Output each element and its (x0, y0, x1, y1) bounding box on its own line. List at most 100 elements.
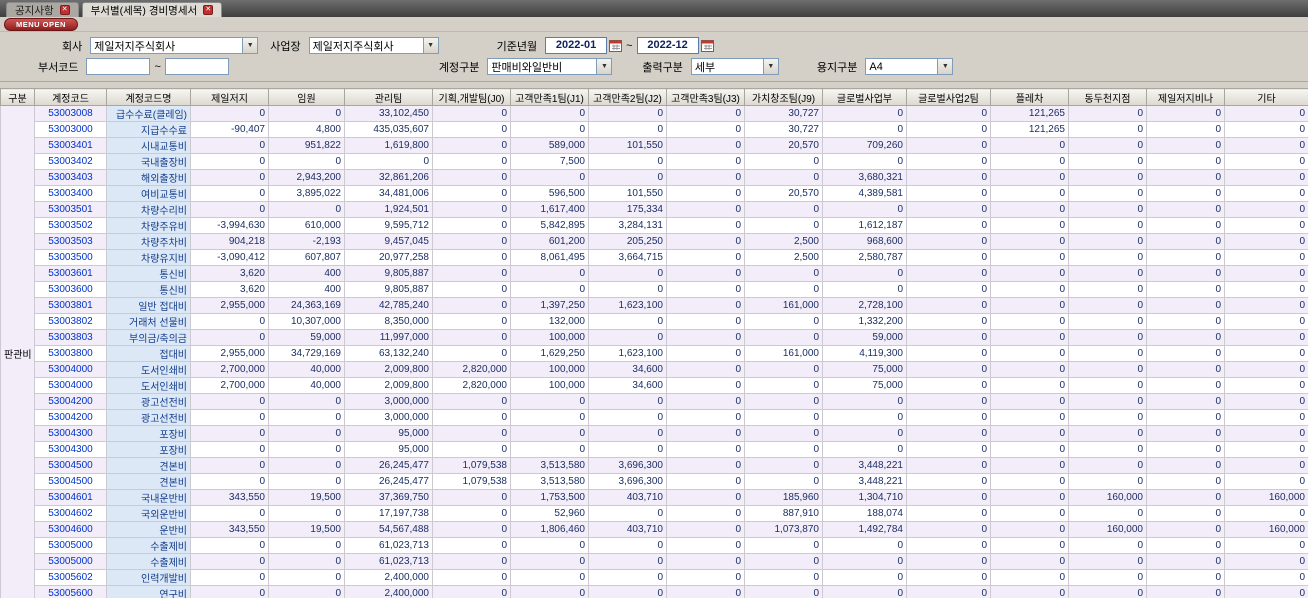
account-code: 53003503 (34, 233, 107, 250)
amount-cell: 2,009,800 (344, 361, 433, 378)
column-header[interactable]: 글로벌사업2팀 (906, 88, 991, 106)
account-type-select[interactable]: 판매비와일반비 ▼ (487, 58, 613, 75)
amount-cell: 0 (666, 313, 745, 330)
column-header[interactable]: 글로벌사업부 (822, 88, 907, 106)
table-row[interactable]: 53004600 운반비 343,550 19,500 54,567,488 0 1,806… (0, 521, 1308, 538)
account-name: 통신비 (106, 281, 191, 298)
tab-notice[interactable]: 공지사항 ✕ (6, 2, 79, 17)
dept-code-to-input[interactable] (164, 58, 229, 75)
amount-cell: 0 (1146, 521, 1225, 538)
column-header[interactable]: 기획,개발팀(J0) (432, 88, 511, 106)
period-to-input[interactable]: 2022-12 (636, 37, 699, 54)
paper-type-select[interactable]: A4 ▼ (865, 58, 954, 75)
table-row[interactable]: 53003403 해외출장비 0 2,943,200 32,861,206 0 0 0 0 0 3,… (0, 169, 1308, 186)
column-header[interactable]: 관리팀 (344, 88, 433, 106)
amount-cell: 0 (1068, 169, 1147, 186)
column-header[interactable]: 고객만족3팀(J3) (666, 88, 745, 106)
amount-cell: 1,619,800 (344, 137, 433, 154)
column-header[interactable]: 구분 (0, 88, 35, 106)
column-header[interactable]: 계정코드명 (106, 88, 191, 106)
column-header[interactable]: 동두천지점 (1068, 88, 1147, 106)
table-row[interactable]: 53004601 국내운반비 343,550 19,500 37,369,750 0 1,7… (0, 489, 1308, 506)
table-row[interactable]: 53004200 광고선전비 0 0 3,000,000 0 0 0 0 0 0 0 0 0 0 0 (0, 409, 1308, 426)
amount-cell: 0 (666, 345, 745, 362)
table-row[interactable]: 53005000 수출제비 0 0 61,023,713 0 0 0 0 0 0 0 0 0 0 0 (0, 553, 1308, 570)
table-row[interactable]: 53004300 포장비 0 0 95,000 0 0 0 0 0 0 0 0 0 0 0 (0, 425, 1308, 442)
table-row[interactable]: 53003800 접대비 2,955,000 34,729,169 63,132,240… (0, 345, 1308, 362)
account-name: 해외출장비 (106, 169, 191, 186)
column-header[interactable]: 제일저지비나 (1146, 88, 1225, 106)
amount-cell: 3,448,221 (822, 473, 907, 490)
company-select[interactable]: 제일저지주식회사 ▼ (90, 37, 259, 54)
amount-cell: 0 (906, 217, 991, 234)
table-row[interactable]: 53003502 차량주유비 -3,994,630 610,000 9,595,712 0… (0, 217, 1308, 234)
amount-cell: 0 (1146, 297, 1225, 314)
table-row[interactable]: 53003400 여비교통비 0 3,895,022 34,481,006 0 596,50… (0, 185, 1308, 202)
period-from-input[interactable]: 2022-01 (545, 37, 608, 54)
amount-cell: 101,550 (588, 137, 667, 154)
table-row[interactable]: 53003402 국내출장비 0 0 0 0 7,500 0 0 0 0 0 0 0 0 0 (0, 153, 1308, 170)
amount-cell: 0 (990, 265, 1069, 282)
amount-cell: 0 (510, 425, 589, 442)
account-name: 차량주유비 (106, 217, 191, 234)
column-header[interactable]: 계정코드 (34, 88, 107, 106)
table-row[interactable]: 53004500 견본비 0 0 26,245,477 1,079,538 3,513,58… (0, 473, 1308, 490)
column-header[interactable]: 가치창조팀(J9) (744, 88, 823, 106)
table-row[interactable]: 53004000 도서인쇄비 2,700,000 40,000 2,009,800 2,8… (0, 361, 1308, 378)
amount-cell: 0 (666, 217, 745, 234)
menu-bar: MENU OPEN (0, 17, 1308, 32)
amount-cell: 0 (906, 537, 991, 554)
tab-expense-report[interactable]: 부서별(세목) 경비명세서 ✕ (81, 2, 223, 17)
table-row[interactable]: 53003501 차량수리비 0 0 1,924,501 0 1,617,400 175,33… (0, 201, 1308, 218)
column-header[interactable]: 플레차 (990, 88, 1069, 106)
close-icon[interactable]: ✕ (203, 5, 214, 15)
amount-cell: 0 (666, 329, 745, 346)
amount-cell: 0 (1146, 489, 1225, 506)
table-row[interactable]: 53003500 차량유지비 -3,090,412 607,807 20,977,258… (0, 249, 1308, 266)
output-type-select[interactable]: 세부 ▼ (690, 58, 779, 75)
table-row[interactable]: 53003401 시내교통비 0 951,822 1,619,800 0 589,000 10… (0, 137, 1308, 154)
output-type-label: 출력구분 (642, 61, 683, 74)
table-row[interactable]: 53003503 차량주차비 904,218 -2,193 9,457,045 0 601,… (0, 233, 1308, 250)
table-row[interactable]: 53004000 도서인쇄비 2,700,000 40,000 2,009,800 2,8… (0, 377, 1308, 394)
amount-cell: 0 (990, 249, 1069, 266)
table-row[interactable]: 53004300 포장비 0 0 95,000 0 0 0 0 0 0 0 0 0 0 0 (0, 441, 1308, 458)
close-icon[interactable]: ✕ (59, 5, 70, 15)
dept-code-from-input[interactable] (86, 58, 151, 75)
table-row[interactable]: 53004200 광고선전비 0 0 3,000,000 0 0 0 0 0 0 0 0 0 0 0 (0, 393, 1308, 410)
table-row[interactable]: 53003600 통신비 3,620 400 9,805,887 0 0 0 0 0 0 0 0 0 0 0 (0, 281, 1308, 298)
table-row[interactable]: 53003803 부의금/축의금 0 59,000 11,997,000 0 100,000… (0, 329, 1308, 346)
table-row[interactable]: 판관비 53003008 급수수료(클레임) 0 0 33,102,450 0 0 0 0 30,7… (0, 105, 1308, 598)
account-name: 수출제비 (106, 537, 191, 554)
calendar-icon[interactable] (700, 39, 714, 52)
amount-cell: 3,664,715 (588, 249, 667, 266)
amount-cell: 0 (1224, 249, 1308, 266)
site-select[interactable]: 제일저지주식회사 ▼ (308, 37, 439, 54)
table-row[interactable]: 53005000 수출제비 0 0 61,023,713 0 0 0 0 0 0 0 0 0 0 0 (0, 537, 1308, 554)
amount-cell: 1,304,710 (822, 489, 907, 506)
table-row[interactable]: 53003802 거래처 선물비 0 10,307,000 8,350,000 0 132,… (0, 313, 1308, 330)
table-row[interactable]: 53004602 국외운반비 0 0 17,197,738 0 52,960 0 0 887,91… (0, 505, 1308, 522)
column-header[interactable]: 고객만족1팀(J1) (510, 88, 589, 106)
table-row[interactable]: 53005600 연구비 0 0 2,400,000 0 0 0 0 0 0 0 0 0 0 0 (0, 585, 1308, 598)
menu-open-button[interactable]: MENU OPEN (4, 18, 78, 31)
account-code: 53003800 (34, 345, 107, 362)
amount-cell: 0 (744, 553, 823, 570)
calendar-icon[interactable] (609, 39, 623, 52)
column-header[interactable]: 고객만족2팀(J2) (588, 88, 667, 106)
column-header[interactable]: 기타 (1224, 88, 1308, 106)
table-row[interactable]: 53003000 지급수수료 -90,407 4,800 435,035,607 0 0 0 0… (0, 121, 1308, 138)
amount-cell: 0 (1146, 393, 1225, 410)
table-row[interactable]: 53005602 인력개발비 0 0 2,400,000 0 0 0 0 0 0 0 0 0 0 0 (0, 569, 1308, 586)
table-row[interactable]: 53003801 일반 접대비 2,955,000 24,363,169 42,785,… (0, 297, 1308, 314)
table-row[interactable]: 53003601 통신비 3,620 400 9,805,887 0 0 0 0 0 0 0 0 0 0 0 (0, 265, 1308, 282)
column-header[interactable]: 임원 (268, 88, 345, 106)
amount-cell: 10,307,000 (268, 313, 345, 330)
amount-cell: 0 (744, 153, 823, 170)
amount-cell: 2,500 (744, 233, 823, 250)
amount-cell: 32,861,206 (344, 169, 433, 186)
table-row[interactable]: 53004500 견본비 0 0 26,245,477 1,079,538 3,513,58… (0, 457, 1308, 474)
amount-cell: 63,132,240 (344, 345, 433, 362)
amount-cell: 0 (666, 169, 745, 186)
column-header[interactable]: 제일저지 (190, 88, 269, 106)
